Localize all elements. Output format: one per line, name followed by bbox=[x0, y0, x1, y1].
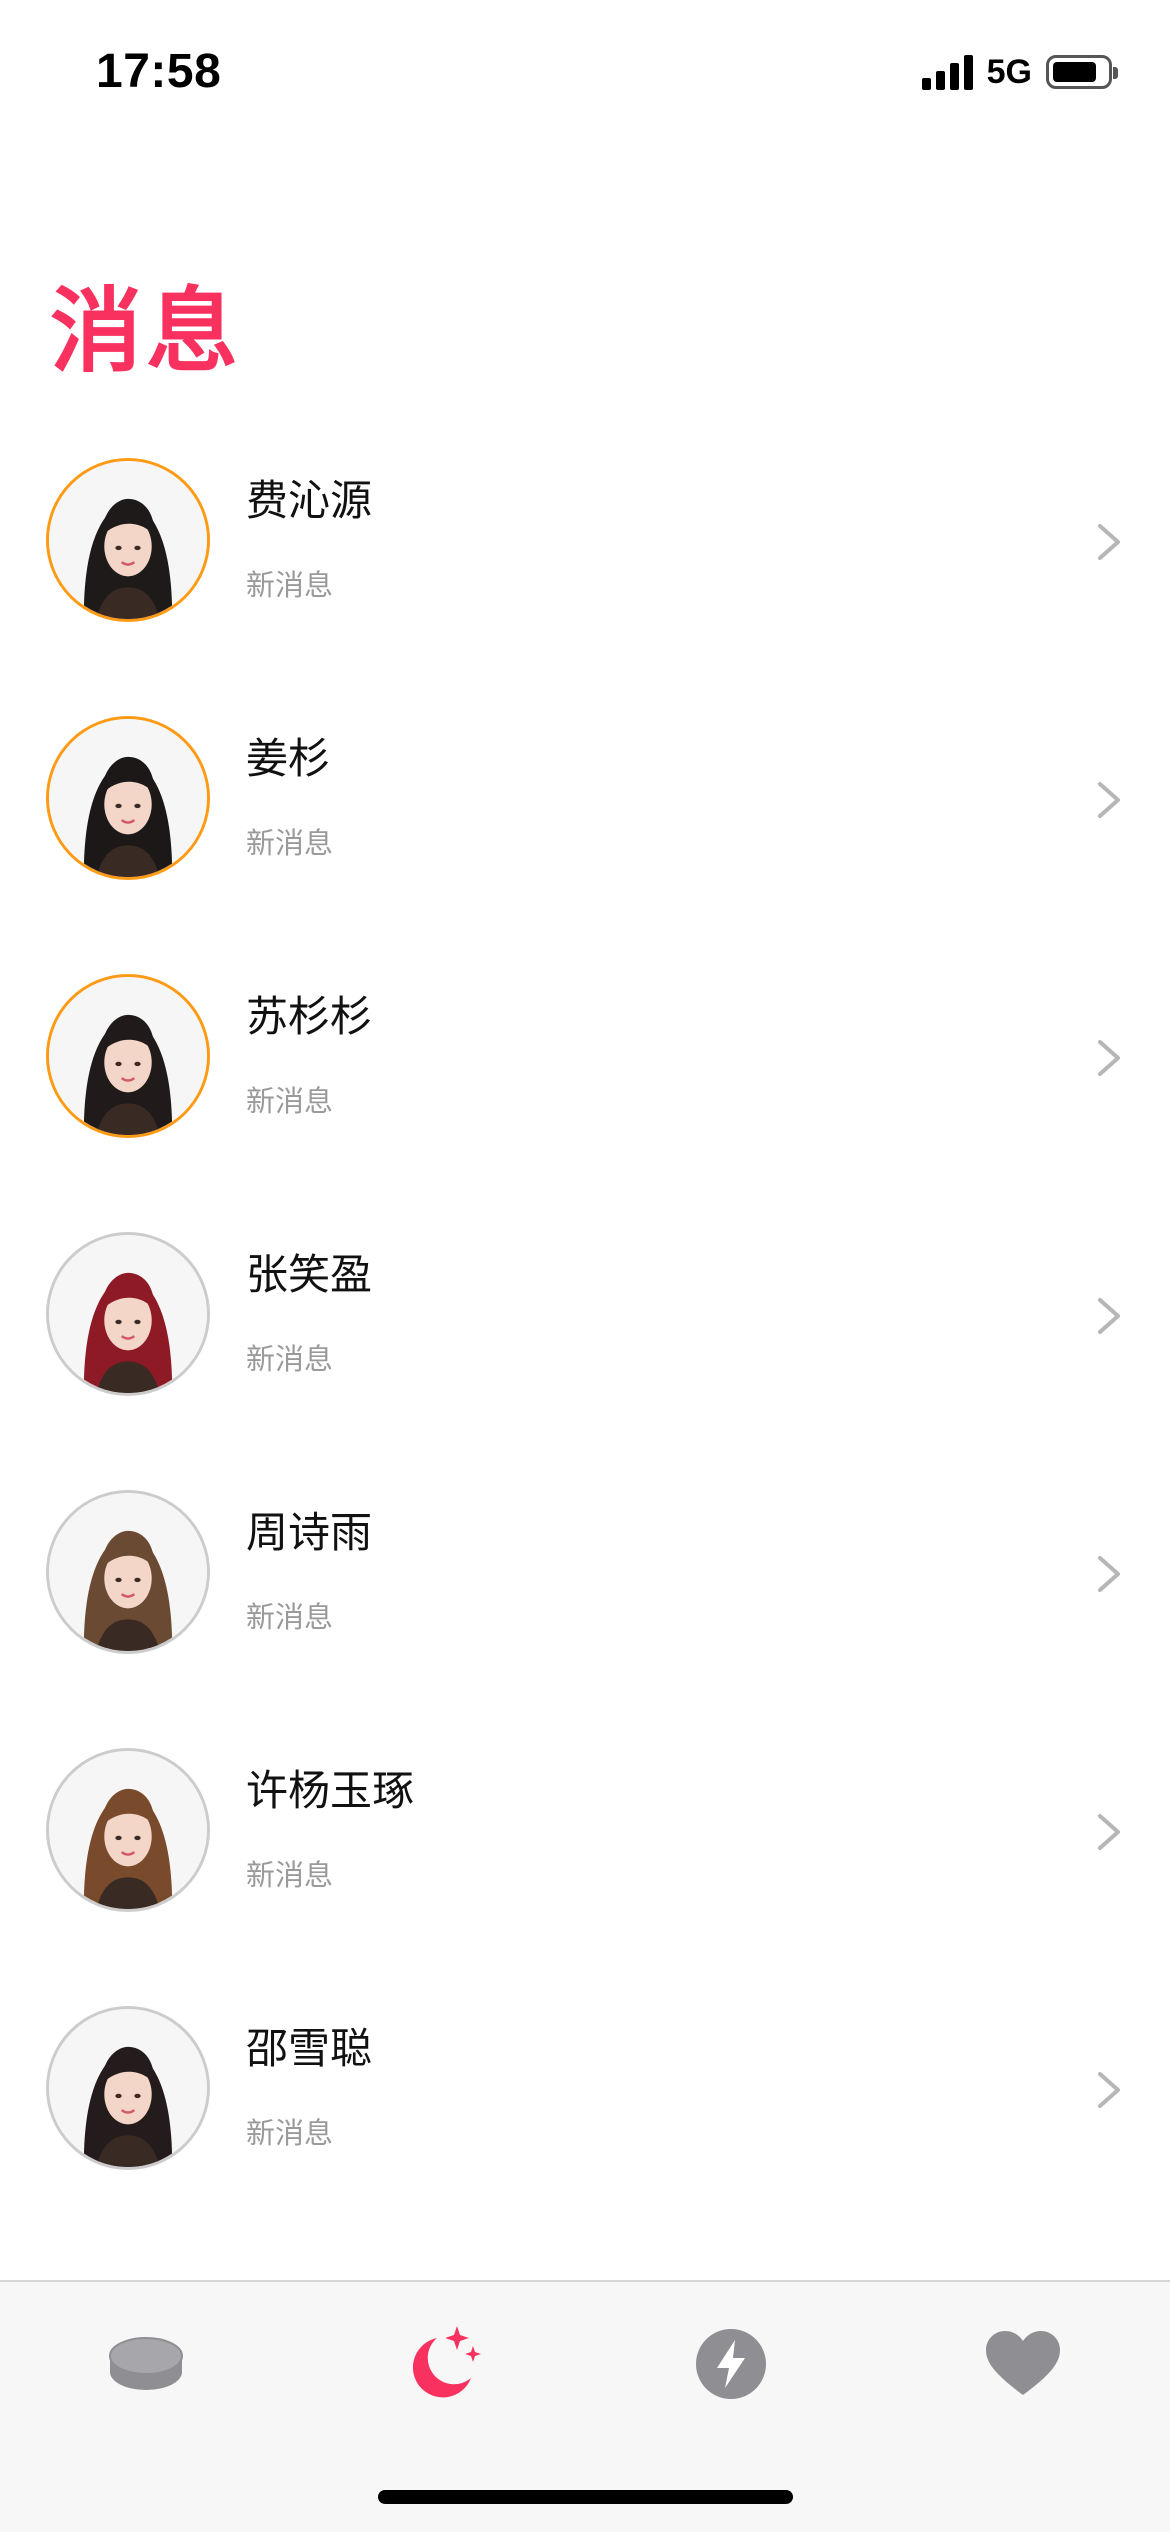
messages-screen: 17:58 5G 消息 费沁源 新消息 姜杉 新消息 苏杉杉 新消息 张笑盈 新消息 周诗雨 新消… bbox=[0, 0, 1170, 2532]
contact-name: 许杨玉琢 bbox=[246, 1766, 415, 1815]
list-item[interactable]: 苏杉杉 新消息 bbox=[0, 974, 1170, 1232]
message-preview: 新消息 bbox=[246, 1342, 334, 1376]
message-list: 费沁源 新消息 姜杉 新消息 苏杉杉 新消息 张笑盈 新消息 周诗雨 新消息 许杨玉琢 新消息 邵雪聪新… bbox=[0, 458, 1170, 2264]
chevron-right-icon[interactable] bbox=[1094, 1812, 1124, 1852]
chevron-right-icon[interactable] bbox=[1094, 1296, 1124, 1336]
chevron-right-icon[interactable] bbox=[1094, 522, 1124, 562]
message-preview: 新消息 bbox=[246, 2116, 334, 2150]
list-item[interactable]: 许杨玉琢 新消息 bbox=[0, 1748, 1170, 2006]
tab-lightning[interactable] bbox=[671, 2304, 791, 2424]
tab-moon[interactable] bbox=[381, 2304, 501, 2424]
message-preview: 新消息 bbox=[246, 1084, 334, 1118]
avatar[interactable] bbox=[46, 974, 210, 1138]
contact-name: 姜杉 bbox=[246, 734, 331, 783]
moon-stars-icon bbox=[412, 2326, 481, 2398]
signal-icon bbox=[921, 54, 973, 90]
lightning-icon bbox=[696, 2329, 766, 2399]
chevron-right-icon[interactable] bbox=[1094, 2070, 1124, 2110]
list-item[interactable]: 张笑盈 新消息 bbox=[0, 1232, 1170, 1490]
avatar[interactable] bbox=[46, 2006, 210, 2170]
chevron-right-icon[interactable] bbox=[1094, 1554, 1124, 1594]
battery-level bbox=[1053, 62, 1096, 82]
avatar[interactable] bbox=[46, 1748, 210, 1912]
list-item[interactable]: 周诗雨 新消息 bbox=[0, 1490, 1170, 1748]
message-preview: 新消息 bbox=[246, 1858, 334, 1892]
coin-stack-icon bbox=[109, 2337, 183, 2390]
list-item[interactable]: 姜杉 新消息 bbox=[0, 716, 1170, 974]
contact-name: 苏杉杉 bbox=[246, 992, 373, 1041]
status-bar: 17:58 5G bbox=[0, 0, 1170, 150]
chevron-right-icon[interactable] bbox=[1094, 1038, 1124, 1078]
status-indicators: 5G bbox=[921, 52, 1118, 92]
avatar[interactable] bbox=[46, 458, 210, 622]
avatar[interactable] bbox=[46, 1232, 210, 1396]
battery-icon bbox=[1046, 55, 1118, 89]
message-preview: 新消息 bbox=[246, 826, 334, 860]
home-indicator[interactable] bbox=[378, 2490, 793, 2504]
tab-heart[interactable] bbox=[963, 2304, 1083, 2424]
contact-name: 张笑盈 bbox=[246, 1250, 373, 1299]
list-item[interactable]: 邵雪聪 新消息 bbox=[0, 2006, 1170, 2264]
list-item[interactable]: 费沁源 新消息 bbox=[0, 458, 1170, 716]
status-time: 17:58 bbox=[96, 45, 222, 98]
network-label: 5G bbox=[986, 52, 1032, 91]
message-preview: 新消息 bbox=[246, 1600, 334, 1634]
avatar[interactable] bbox=[46, 1490, 210, 1654]
page-title: 消息 bbox=[50, 278, 243, 385]
contact-name: 费沁源 bbox=[246, 476, 373, 525]
tab-coins[interactable] bbox=[86, 2304, 206, 2424]
message-preview: 新消息 bbox=[246, 568, 334, 602]
contact-name: 周诗雨 bbox=[246, 1508, 373, 1557]
chevron-right-icon[interactable] bbox=[1094, 780, 1124, 820]
contact-name: 邵雪聪 bbox=[246, 2024, 373, 2073]
avatar[interactable] bbox=[46, 716, 210, 880]
heart-icon bbox=[986, 2331, 1060, 2395]
